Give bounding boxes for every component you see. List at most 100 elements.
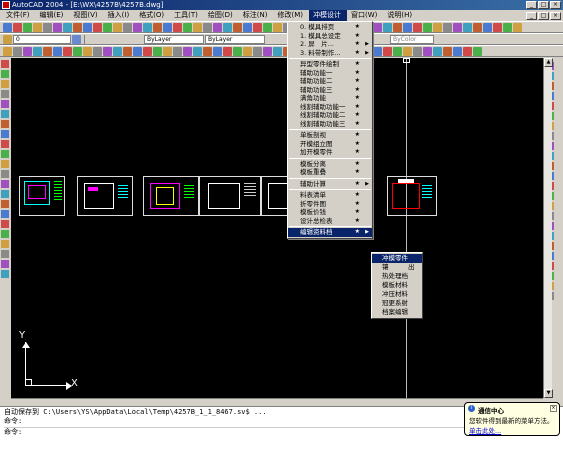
tool-icon[interactable]	[483, 22, 492, 32]
tool-icon[interactable]	[1, 100, 9, 108]
tool-icon[interactable]	[213, 22, 222, 32]
color-select[interactable]: ByLayer	[144, 34, 204, 44]
tool-icon[interactable]	[253, 46, 262, 56]
submenu-item[interactable]: 镶 出	[372, 263, 422, 272]
tool-icon[interactable]	[223, 22, 232, 32]
dropdown-menu-item[interactable]: 辅助功能二 ★	[288, 77, 372, 86]
tool-icon[interactable]	[33, 46, 42, 56]
scroll-up-arrow[interactable]: ▲	[544, 58, 553, 67]
balloon-link[interactable]: 单击此处...	[469, 425, 555, 435]
tool-icon[interactable]	[23, 22, 32, 32]
tool-icon[interactable]	[3, 22, 12, 32]
dropdown-menu-item[interactable]: 0. 模具排页 ★	[288, 23, 372, 32]
tool-icon[interactable]	[23, 46, 32, 56]
dropdown-menu-item[interactable]: 线割辅助功能二 ★	[288, 111, 372, 120]
tool-icon[interactable]	[43, 22, 52, 32]
dropdown-menu-item[interactable]: 折零件图 ★	[288, 200, 372, 209]
tool-icon[interactable]	[133, 22, 142, 32]
tool-icon[interactable]	[143, 46, 152, 56]
tool-icon[interactable]	[193, 22, 202, 32]
tool-icon[interactable]	[383, 22, 392, 32]
vertical-scrollbar[interactable]: ▲ ▼	[543, 58, 553, 398]
dropdown-menu-item[interactable]: 辅助功能一 ★	[288, 69, 372, 78]
tool-icon[interactable]	[273, 46, 282, 56]
tool-icon[interactable]	[1, 130, 9, 138]
tool-icon[interactable]	[1, 150, 9, 158]
tool-icon[interactable]	[433, 46, 442, 56]
menu-item[interactable]: 标注(N)	[239, 10, 274, 21]
close-button[interactable]: ×	[550, 1, 561, 9]
tool-icon[interactable]	[413, 46, 422, 56]
tool-icon[interactable]	[1, 170, 9, 178]
tool-icon[interactable]	[73, 22, 82, 32]
tool-icon[interactable]	[1, 240, 9, 248]
tool-icon[interactable]	[1, 270, 9, 278]
dropdown-menu-item[interactable]: 模板重叠 ★	[288, 168, 372, 177]
tool-icon[interactable]	[63, 46, 72, 56]
tool-icon[interactable]	[193, 46, 202, 56]
menu-item[interactable]: 视图(V)	[69, 10, 103, 21]
menu-item[interactable]: 格式(O)	[135, 10, 170, 21]
tool-icon[interactable]	[1, 220, 9, 228]
tool-icon[interactable]	[43, 46, 52, 56]
menu-item[interactable]: 文件(F)	[2, 10, 36, 21]
tool-icon[interactable]	[273, 22, 282, 32]
dropdown-menu-item[interactable]: 设计总检表 ★	[288, 217, 372, 226]
tool-icon[interactable]	[103, 22, 112, 32]
submenu-item[interactable]: 冠更系射	[372, 299, 422, 308]
tool-icon[interactable]	[143, 22, 152, 32]
tool-icon[interactable]	[1, 120, 9, 128]
dropdown-menu-item[interactable]: 加开模零件 ★	[288, 148, 372, 157]
tool-icon[interactable]	[173, 22, 182, 32]
doc-close-button[interactable]: ×	[550, 11, 561, 20]
tool-icon[interactable]	[413, 22, 422, 32]
submenu-item[interactable]: 冲模零件	[372, 254, 422, 263]
dropdown-menu-item[interactable]: 线割辅助功能一 ★	[288, 103, 372, 112]
tool-icon[interactable]	[153, 46, 162, 56]
balloon-close-button[interactable]: ×	[550, 405, 557, 412]
tool-icon[interactable]	[1, 210, 9, 218]
tool-icon[interactable]	[1, 60, 9, 68]
doc-minimize-button[interactable]: _	[526, 11, 537, 20]
tool-icon[interactable]	[403, 22, 412, 32]
tool-icon[interactable]	[203, 22, 212, 32]
tool-icon[interactable]	[1, 260, 9, 268]
tool-icon[interactable]	[443, 22, 452, 32]
tool-icon[interactable]	[163, 46, 172, 56]
tool-icon[interactable]	[213, 46, 222, 56]
tool-icon[interactable]	[423, 46, 432, 56]
tool-icon[interactable]	[383, 46, 392, 56]
menu-item[interactable]: 窗口(W)	[347, 10, 383, 21]
dropdown-menu-item[interactable]: 2. 屏 片... ★ ▶	[288, 40, 372, 49]
tool-icon[interactable]	[393, 22, 402, 32]
minimize-button[interactable]: _	[526, 1, 537, 9]
tool-icon[interactable]	[1, 90, 9, 98]
dropdown-menu-item[interactable]: 料表清单 ★	[288, 191, 372, 200]
tool-icon[interactable]	[463, 46, 472, 56]
tool-icon[interactable]	[263, 46, 272, 56]
tool-icon[interactable]	[263, 22, 272, 32]
dropdown-menu-item[interactable]: 单板剖视 ★	[288, 131, 372, 140]
tool-icon[interactable]	[33, 22, 42, 32]
tool-icon[interactable]	[513, 22, 522, 32]
dropdown-menu-item[interactable]: 3. 料带制作... ★ ▶	[288, 49, 372, 58]
submenu-item[interactable]: 档案编辑	[372, 308, 422, 317]
dropdown-menu-item[interactable]: 线割辅助功能三 ★	[288, 120, 372, 129]
tool-icon[interactable]	[93, 22, 102, 32]
tool-icon[interactable]	[103, 46, 112, 56]
scroll-down-arrow[interactable]: ▼	[544, 389, 553, 398]
dropdown-menu-item[interactable]: 1. 模具总设定 ★	[288, 32, 372, 41]
tool-icon[interactable]	[123, 22, 132, 32]
tool-icon[interactable]	[223, 46, 232, 56]
tool-icon[interactable]	[1, 70, 9, 78]
tool-icon[interactable]	[83, 46, 92, 56]
menu-item[interactable]: 说明(H)	[383, 10, 418, 21]
dropdown-menu-item[interactable]: 模板分离 ★	[288, 160, 372, 169]
linetype-select[interactable]: ByLayer	[205, 34, 265, 44]
menu-item[interactable]: 工具(T)	[170, 10, 204, 21]
tool-icon[interactable]	[433, 22, 442, 32]
tool-icon[interactable]	[233, 22, 242, 32]
dropdown-menu-item[interactable]: 模板价钱 ★	[288, 208, 372, 217]
tool-icon[interactable]	[1, 190, 9, 198]
tool-icon[interactable]	[453, 22, 462, 32]
